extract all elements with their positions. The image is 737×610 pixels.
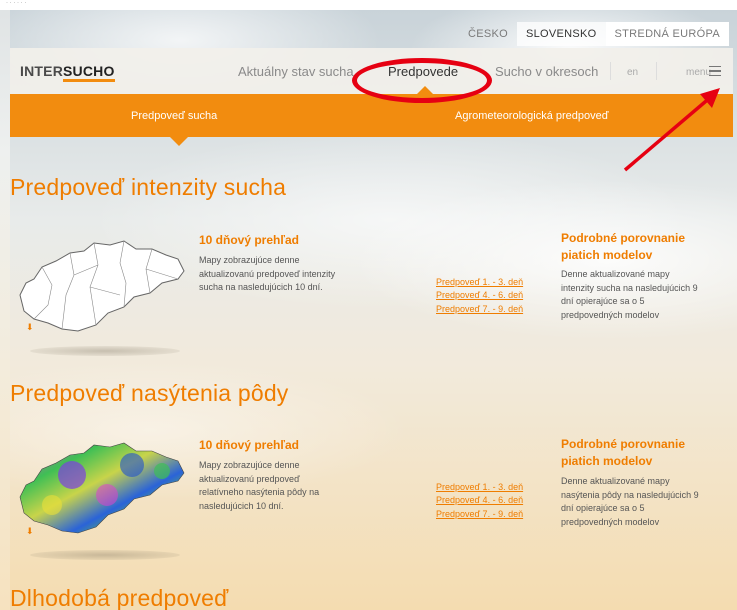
description-porovnanie: Denne aktualizované mapy nasýtenia pôdy …: [561, 476, 699, 527]
subtab-agrometeorologicka[interactable]: Agrometeorologická predpoveď: [455, 110, 609, 122]
hamburger-icon[interactable]: [709, 66, 721, 76]
site-logo[interactable]: INTERSUCHO: [20, 63, 115, 82]
tab-stredna-europa[interactable]: STREDNÁ EURÓPA: [605, 22, 729, 46]
link-predpoved-1-3[interactable]: Predpoveď 1. - 3. deň: [436, 276, 523, 289]
country-tabs: ČESKO SLOVENSKO STREDNÁ EURÓPA: [459, 22, 729, 46]
nav-item-aktualny-stav[interactable]: Aktuálny stav sucha: [238, 64, 354, 79]
slovakia-soil-moisture-map[interactable]: [12, 435, 187, 540]
slovakia-outline-map[interactable]: [12, 235, 187, 335]
tab-slovensko[interactable]: SLOVENSKO: [516, 22, 606, 46]
nav-separator: [610, 62, 611, 80]
logo-prefix: INTER: [20, 63, 63, 79]
link-predpoved-7-9[interactable]: Predpoveď 7. - 9. deň: [436, 303, 523, 316]
tab-cesko[interactable]: ČESKO: [459, 22, 517, 46]
section-title-dlhodoba: Dlhodobá predpoveď: [10, 585, 229, 610]
section-title-intenzita: Predpoveď intenzity sucha: [10, 174, 287, 200]
nav-item-sucho-v-okresoch[interactable]: Sucho v okresoch: [495, 64, 598, 79]
annotation-ellipse: [352, 58, 492, 103]
heading-porovnanie: Podrobné porovnanie piatich modelov: [561, 437, 686, 468]
heading-10-dnovy: 10 dňový prehľad: [199, 438, 299, 452]
link-predpoved-4-6[interactable]: Predpoveď 4. - 6. deň: [436, 494, 523, 507]
nav-separator: [656, 62, 657, 80]
browser-top-strip: · · · · · ·: [0, 0, 737, 10]
description-10-dnovy: Mapy zobrazujúce denne aktualizovanú pre…: [199, 460, 320, 511]
language-switch[interactable]: en: [627, 67, 638, 78]
heading-10-dnovy: 10 dňový prehľad: [199, 233, 299, 247]
heading-porovnanie: Podrobné porovnanie piatich modelov: [561, 231, 686, 262]
annotation-arrow-icon: [623, 88, 720, 172]
logo-bold: SUCHO: [63, 63, 115, 82]
menu-label[interactable]: menu: [686, 67, 711, 78]
download-icon[interactable]: ⬇: [26, 526, 34, 537]
description-porovnanie: Denne aktualizované mapy intenzity sucha…: [561, 269, 698, 320]
section-title-nasytenie: Predpoveď nasýtenia pôdy: [10, 380, 289, 406]
active-subtab-indicator: [170, 137, 188, 146]
top-strip-text: · · · · · ·: [6, 0, 27, 6]
link-predpoved-4-6[interactable]: Predpoveď 4. - 6. deň: [436, 289, 523, 302]
link-predpoved-7-9[interactable]: Predpoveď 7. - 9. deň: [436, 508, 523, 521]
forecast-links: Predpoveď 1. - 3. deň Predpoveď 4. - 6. …: [436, 481, 523, 521]
map-shadow: [30, 550, 180, 560]
map-shadow: [30, 346, 180, 356]
download-icon[interactable]: ⬇: [26, 322, 34, 333]
subtab-predpoved-sucha[interactable]: Predpoveď sucha: [131, 110, 217, 122]
forecast-links: Predpoveď 1. - 3. deň Predpoveď 4. - 6. …: [436, 276, 523, 316]
description-10-dnovy: Mapy zobrazujúce denne aktualizovanú pre…: [199, 255, 336, 292]
link-predpoved-1-3[interactable]: Predpoveď 1. - 3. deň: [436, 481, 523, 494]
